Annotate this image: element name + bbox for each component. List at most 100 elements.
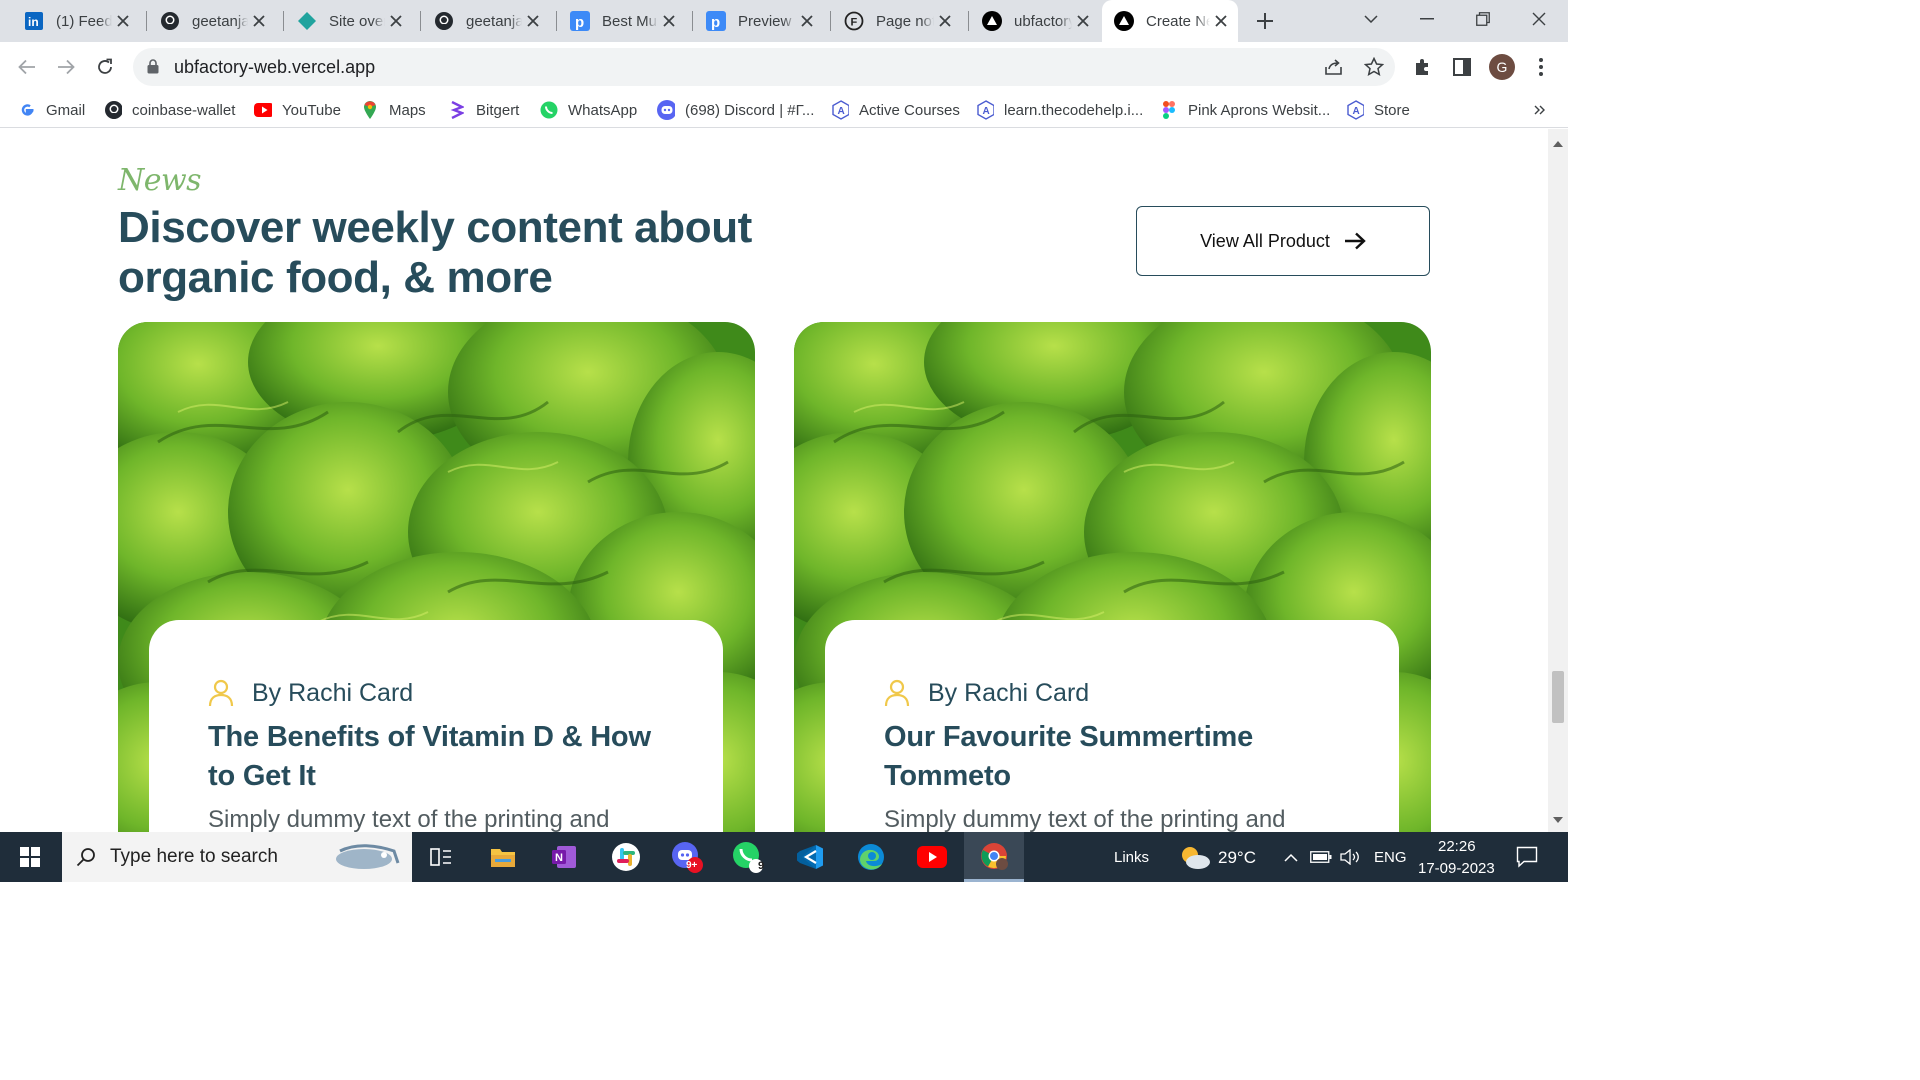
- tab-github-2[interactable]: geetanjali: [422, 0, 550, 42]
- close-icon[interactable]: [1072, 10, 1094, 32]
- tab-title: Site overview: [329, 12, 385, 30]
- vercel-icon: [1114, 11, 1134, 31]
- input-language[interactable]: ENG: [1374, 849, 1407, 866]
- close-icon[interactable]: [1210, 10, 1232, 32]
- share-icon[interactable]: [1323, 57, 1345, 77]
- tab-preview[interactable]: p Preview: [694, 0, 824, 42]
- restore-button[interactable]: [1466, 4, 1500, 34]
- plus-icon: [1257, 13, 1273, 29]
- bookmark-active-courses[interactable]: A Active Courses: [831, 100, 960, 120]
- view-all-products-button[interactable]: View All Product: [1136, 206, 1430, 276]
- tab-search-button[interactable]: [1354, 4, 1388, 34]
- lock-icon[interactable]: [147, 59, 159, 74]
- tab-linkedin-feed[interactable]: in (1) Feed: [12, 0, 140, 42]
- new-tab-button[interactable]: [1252, 8, 1278, 34]
- chrome-taskbar-button[interactable]: [964, 832, 1024, 882]
- clock-time[interactable]: 22:26: [1438, 838, 1476, 855]
- more-bookmarks-button[interactable]: [1534, 100, 1546, 120]
- bookmark-coinbase-wallet[interactable]: coinbase-wallet: [104, 100, 235, 120]
- start-button[interactable]: [0, 832, 60, 882]
- tab-title: Best Music: [602, 12, 658, 30]
- bookmark-learn-thecodehelp[interactable]: A learn.thecodehelp.i...: [976, 100, 1143, 120]
- side-panel-button[interactable]: [1447, 53, 1477, 81]
- news-card[interactable]: By Rachi Card Our Favourite Summertime T…: [794, 322, 1431, 832]
- edge-button[interactable]: [841, 832, 901, 882]
- github-icon: [434, 11, 454, 31]
- notifications-icon[interactable]: [1516, 846, 1538, 868]
- svg-text:A: A: [1353, 106, 1360, 117]
- browser-toolbar: ubfactory-web.vercel.app G: [0, 42, 1568, 92]
- youtube-taskbar-button[interactable]: [902, 832, 962, 882]
- restore-icon: [1476, 12, 1490, 26]
- address-bar[interactable]: ubfactory-web.vercel.app: [133, 48, 1395, 86]
- vscode-button[interactable]: [780, 832, 840, 882]
- clock-date[interactable]: 17-09-2023: [1418, 860, 1495, 877]
- forward-button[interactable]: [51, 53, 81, 81]
- card-title[interactable]: Our Favourite Summertime Tommeto: [884, 718, 1341, 796]
- close-icon[interactable]: [248, 10, 270, 32]
- tab-page-not-found[interactable]: F Page not found: [832, 0, 962, 42]
- slack-button[interactable]: [596, 832, 656, 882]
- p-app-icon: p: [570, 11, 590, 31]
- edge-icon: [858, 844, 884, 870]
- scroll-down-arrow-icon[interactable]: [1553, 817, 1563, 823]
- back-button[interactable]: [12, 53, 42, 81]
- close-icon[interactable]: [796, 10, 818, 32]
- bookmark-bitgert[interactable]: Bitgert: [448, 100, 519, 120]
- weather-partly-cloudy-icon[interactable]: [1178, 844, 1212, 870]
- chevron-up-icon[interactable]: [1284, 853, 1298, 862]
- bookmark-discord[interactable]: (698) Discord | #Г...: [657, 100, 814, 120]
- bookmark-store[interactable]: A Store: [1346, 100, 1410, 120]
- tab-create-next-app[interactable]: Create Next App: [1102, 0, 1238, 42]
- scroll-up-arrow-icon[interactable]: [1553, 141, 1563, 147]
- svg-text:A: A: [983, 106, 990, 117]
- close-icon[interactable]: [385, 10, 407, 32]
- bookmark-label: Pink Aprons Websit...: [1188, 101, 1331, 119]
- onenote-button[interactable]: N: [534, 832, 594, 882]
- close-icon[interactable]: [522, 10, 544, 32]
- bookmark-maps[interactable]: Maps: [361, 100, 426, 120]
- reload-button[interactable]: [90, 53, 120, 81]
- close-icon[interactable]: [112, 10, 134, 32]
- minimize-button[interactable]: [1410, 4, 1444, 34]
- file-explorer-button[interactable]: [473, 832, 533, 882]
- tab-title: Page not found: [876, 12, 934, 30]
- weather-temperature[interactable]: 29°C: [1218, 848, 1256, 868]
- double-chevron-right-icon: [1534, 105, 1545, 115]
- tab-ubfactory[interactable]: ubfactory: [970, 0, 1100, 42]
- slack-icon: [612, 843, 640, 871]
- bookmark-youtube[interactable]: YouTube: [254, 100, 341, 120]
- close-icon[interactable]: [934, 10, 956, 32]
- tab-title: geetanjali: [466, 12, 522, 30]
- links-toolbar[interactable]: Links: [1114, 849, 1149, 866]
- battery-icon[interactable]: [1310, 851, 1332, 863]
- taskbar-search-box[interactable]: Type here to search: [62, 832, 412, 882]
- bookmark-star-icon[interactable]: [1363, 57, 1385, 77]
- tab-best-music[interactable]: p Best Music: [558, 0, 686, 42]
- volume-icon[interactable]: [1340, 849, 1360, 865]
- url-text[interactable]: ubfactory-web.vercel.app: [174, 57, 375, 78]
- page-scrollbar[interactable]: [1548, 129, 1568, 832]
- close-icon[interactable]: [658, 10, 680, 32]
- card-title[interactable]: The Benefits of Vitamin D & How to Get I…: [208, 718, 665, 796]
- card-body: By Rachi Card The Benefits of Vitamin D …: [149, 620, 723, 832]
- notification-badge: 9: [758, 860, 765, 872]
- profile-avatar[interactable]: G: [1489, 54, 1515, 80]
- bookmark-label: (698) Discord | #Г...: [685, 101, 815, 119]
- news-card[interactable]: By Rachi Card The Benefits of Vitamin D …: [118, 322, 755, 832]
- close-window-button[interactable]: [1522, 4, 1556, 34]
- task-view-button[interactable]: [411, 832, 471, 882]
- bookmark-gmail[interactable]: Gmail: [18, 100, 85, 120]
- bookmark-label: Gmail: [46, 101, 86, 119]
- browser-menu-button[interactable]: [1526, 53, 1556, 81]
- discord-taskbar-button[interactable]: 9+: [657, 832, 717, 882]
- whatsapp-taskbar-button[interactable]: 9: [718, 832, 778, 882]
- bookmark-label: Maps: [389, 101, 426, 119]
- bookmark-whatsapp[interactable]: WhatsApp: [540, 100, 637, 120]
- bookmark-pink-aprons[interactable]: Pink Aprons Websit...: [1160, 100, 1330, 120]
- extensions-button[interactable]: [1408, 53, 1438, 81]
- tab-github-1[interactable]: geetanjali: [148, 0, 276, 42]
- card-body: By Rachi Card Our Favourite Summertime T…: [825, 620, 1399, 832]
- tab-site-overview[interactable]: Site overview: [285, 0, 413, 42]
- scrollbar-thumb[interactable]: [1552, 671, 1564, 723]
